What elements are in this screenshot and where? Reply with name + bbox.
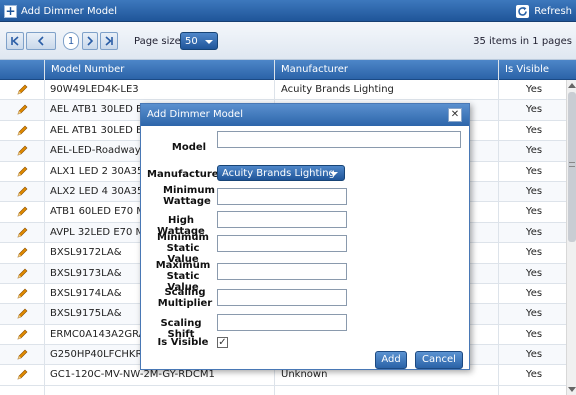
current-page[interactable]: 1: [63, 32, 79, 50]
high-wattage-input[interactable]: [217, 211, 347, 228]
is-visible-cell: Yes: [525, 185, 543, 197]
is-visible-cell: Yes: [525, 104, 543, 116]
pencil-icon: [17, 125, 28, 136]
maximum-static-input[interactable]: [217, 263, 347, 280]
page-size-value: 50: [185, 36, 198, 47]
plus-icon: +: [4, 3, 17, 18]
pencil-icon: [17, 166, 28, 177]
pencil-icon: [17, 84, 28, 95]
minimum-wattage-input[interactable]: [217, 188, 347, 205]
pencil-icon: [17, 308, 28, 319]
is-visible-cell: Yes: [525, 287, 543, 299]
table-row[interactable]: 90W49LED4K-LE3 Acuity Brands Lighting Yes: [0, 80, 566, 101]
chevron-down-icon: [330, 172, 338, 176]
refresh-button[interactable]: Refresh: [516, 3, 572, 19]
is-visible-cell: Yes: [525, 165, 543, 177]
pencil-icon: [17, 329, 28, 340]
edit-button[interactable]: [0, 100, 44, 120]
page-size-select[interactable]: 50: [180, 32, 218, 50]
command-bar: + Add Dimmer Model Refresh: [0, 0, 576, 22]
add-button[interactable]: Add: [375, 351, 407, 369]
pencil-icon: [17, 104, 28, 115]
close-icon[interactable]: ✕: [448, 108, 462, 122]
is-visible-checkbox[interactable]: ✓: [217, 337, 228, 348]
edit-button[interactable]: [0, 304, 44, 324]
model-number-cell: 90W49LED4K-LE3: [50, 84, 139, 95]
dialog-title: Add Dimmer Model: [147, 109, 243, 120]
vertical-scrollbar[interactable]: [566, 80, 576, 395]
manufacturer-select[interactable]: Acuity Brands Lighting: [217, 165, 345, 181]
last-page-button[interactable]: [100, 32, 118, 50]
scroll-up-icon[interactable]: [568, 83, 576, 88]
items-count: 35 items in 1 pages: [473, 36, 572, 47]
is-visible-cell: Yes: [525, 206, 543, 218]
add-dimmer-model-dialog: Add Dimmer Model ✕ Model Manufacturer Ac…: [140, 103, 470, 370]
pencil-icon: [17, 268, 28, 278]
prev-page-button[interactable]: [26, 32, 56, 50]
add-dimmer-model-label: Add Dimmer Model: [21, 5, 117, 17]
is-visible-cell: Yes: [525, 145, 543, 157]
model-input[interactable]: [217, 131, 461, 148]
edit-button[interactable]: [0, 264, 44, 284]
column-header-model-number[interactable]: Model Number: [44, 60, 274, 80]
scroll-thumb[interactable]: [568, 92, 576, 242]
is-visible-cell: Yes: [525, 369, 543, 381]
edit-button[interactable]: [0, 141, 44, 161]
model-label: Model: [171, 142, 207, 153]
is-visible-cell: Yes: [525, 124, 543, 136]
manufacturer-label: Manufacturer: [147, 169, 224, 180]
pencil-icon: [17, 349, 28, 360]
column-divider: [498, 60, 499, 395]
refresh-icon: [516, 4, 530, 18]
dialog-title-bar[interactable]: Add Dimmer Model ✕: [141, 104, 469, 126]
edit-button[interactable]: [0, 365, 44, 385]
add-dimmer-model-button[interactable]: + Add Dimmer Model: [4, 3, 117, 19]
scaling-multiplier-label: Scaling Multiplier: [157, 287, 213, 309]
is-visible-cell: Yes: [525, 349, 543, 361]
is-visible-cell: Yes: [525, 308, 543, 320]
cancel-button[interactable]: Cancel: [415, 351, 463, 369]
pencil-icon: [17, 370, 28, 380]
edit-button[interactable]: [0, 243, 44, 263]
edit-button[interactable]: [0, 162, 44, 182]
column-divider: [44, 60, 45, 395]
scaling-multiplier-input[interactable]: [217, 289, 347, 306]
edit-button[interactable]: [0, 80, 44, 100]
page-size-label: Page size:: [134, 36, 185, 47]
edit-button[interactable]: [0, 202, 44, 222]
is-visible-cell: Yes: [525, 84, 543, 95]
pencil-icon: [17, 206, 28, 217]
minimum-wattage-label: Minimum Wattage: [163, 185, 215, 207]
is-visible-cell: Yes: [525, 247, 543, 259]
chevron-down-icon: [205, 40, 213, 44]
next-page-button[interactable]: [82, 32, 98, 50]
is-visible-cell: Yes: [525, 328, 543, 340]
manufacturer-cell: Acuity Brands Lighting: [281, 84, 394, 95]
column-header-is-visible[interactable]: Is Visible: [498, 60, 576, 80]
first-page-button[interactable]: [6, 32, 24, 50]
edit-button[interactable]: [0, 325, 44, 345]
edit-button[interactable]: [0, 223, 44, 243]
pager: 1 Page size: 50 35 items in 1 pages: [0, 22, 576, 60]
scroll-grip-icon: [569, 162, 575, 167]
pencil-icon: [17, 186, 28, 197]
pencil-icon: [17, 288, 28, 299]
minimum-static-input[interactable]: [217, 235, 347, 252]
pencil-icon: [17, 247, 28, 258]
refresh-label: Refresh: [534, 5, 572, 17]
is-visible-label: Is Visible: [157, 337, 209, 348]
scroll-down-icon[interactable]: [568, 387, 576, 392]
grid-header: Model Number Manufacturer Is Visible: [0, 60, 576, 80]
is-visible-cell: Yes: [525, 267, 543, 279]
edit-button[interactable]: [0, 345, 44, 365]
manufacturer-value: Acuity Brands Lighting: [222, 168, 335, 179]
pencil-icon: [17, 227, 28, 238]
edit-button[interactable]: [0, 182, 44, 202]
edit-button[interactable]: [0, 284, 44, 304]
scaling-shift-input[interactable]: [217, 314, 347, 331]
is-visible-cell: Yes: [525, 226, 543, 238]
column-header-manufacturer[interactable]: Manufacturer: [274, 60, 498, 80]
edit-button[interactable]: [0, 121, 44, 141]
pencil-icon: [17, 145, 28, 156]
